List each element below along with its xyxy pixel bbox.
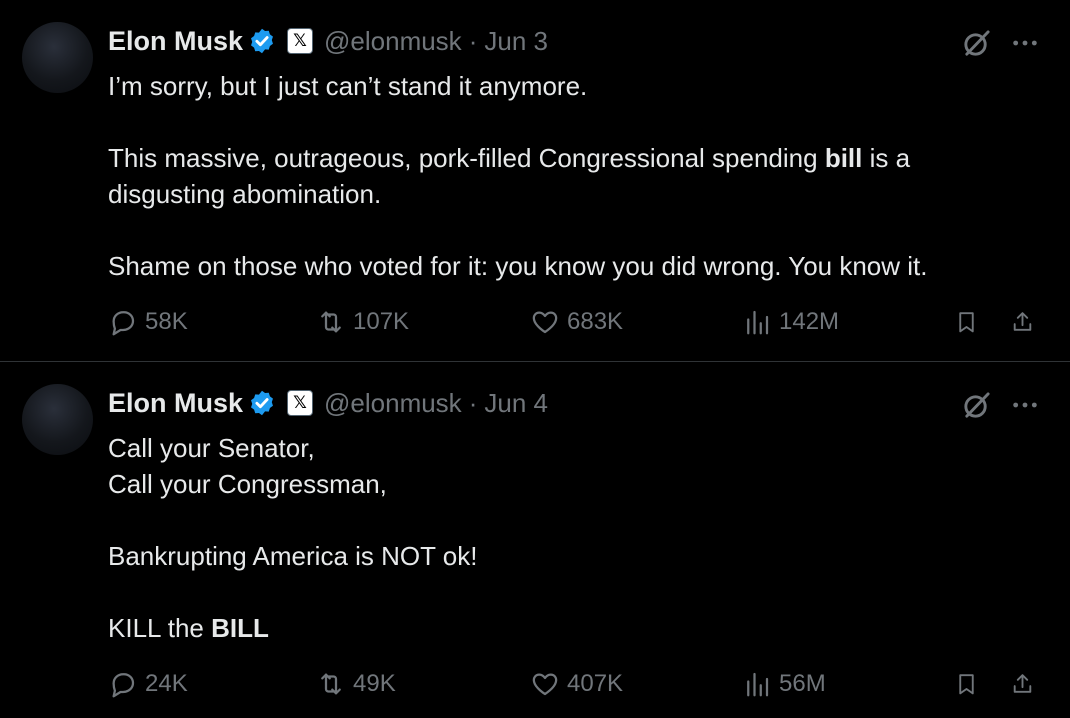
- text-span: I’m sorry, but I just can’t stand it any…: [108, 71, 588, 101]
- like-button[interactable]: 683K: [530, 305, 623, 339]
- views-button[interactable]: 56M: [742, 667, 826, 701]
- author-name[interactable]: Elon Musk: [108, 388, 243, 419]
- repost-icon: [321, 311, 341, 333]
- views-button[interactable]: 142M: [742, 305, 839, 339]
- views-icon: [747, 672, 769, 697]
- tweet-header: Elon Musk 𝕏 @elonmusk · Jun 3: [108, 24, 548, 58]
- repost-icon: [321, 673, 341, 695]
- action-bar: 58K 107K 683K 142M: [108, 305, 1048, 339]
- more-icon[interactable]: [1010, 28, 1040, 58]
- tweet-1[interactable]: Elon Musk 𝕏 @elonmusk · Jun 3 I’m sorry,…: [0, 0, 1070, 362]
- tweet-text: Call your Senator, Call your Congressman…: [108, 430, 1008, 646]
- bookmark-button[interactable]: [954, 667, 986, 701]
- tweet-2[interactable]: Elon Musk 𝕏 @elonmusk · Jun 4 Call your …: [0, 362, 1070, 718]
- tweet-paragraph: I’m sorry, but I just can’t stand it any…: [108, 68, 1008, 104]
- bookmark-button[interactable]: [954, 305, 986, 339]
- author-name[interactable]: Elon Musk: [108, 26, 243, 57]
- tweet-date[interactable]: Jun 3: [484, 26, 548, 57]
- like-count: 683K: [567, 308, 624, 335]
- grok-icon[interactable]: [961, 390, 992, 421]
- x-logo-icon: 𝕏: [287, 390, 314, 416]
- share-button[interactable]: [1010, 305, 1042, 339]
- share-button[interactable]: [1010, 667, 1042, 701]
- like-count: 407K: [567, 670, 624, 697]
- author-handle[interactable]: @elonmusk: [324, 388, 462, 419]
- text-span: Shame on those who voted for it: you kno…: [108, 251, 928, 281]
- x-logo-icon: 𝕏: [287, 28, 314, 54]
- author-handle[interactable]: @elonmusk: [324, 26, 462, 57]
- views-count: 56M: [779, 670, 826, 697]
- views-count: 142M: [779, 308, 840, 335]
- reply-icon: [112, 673, 135, 698]
- avatar[interactable]: [22, 384, 93, 455]
- bold-span: bill: [824, 143, 863, 173]
- repost-count: 107K: [353, 308, 410, 335]
- text-span: Call your Senator, Call your Congressman…: [108, 433, 387, 499]
- text-span: This massive, outrageous, pork-filled Co…: [108, 143, 825, 173]
- reply-icon: [112, 311, 135, 336]
- more-icon[interactable]: [1010, 390, 1040, 420]
- verified-badge-icon: [251, 390, 273, 416]
- tweet-paragraph: KILL the BILL: [108, 610, 1008, 646]
- tweet-paragraph: Bankrupting America is NOT ok!: [108, 538, 1008, 574]
- text-span: KILL the: [108, 613, 212, 643]
- repost-count: 49K: [353, 670, 396, 697]
- repost-button[interactable]: 49K: [316, 667, 396, 701]
- share-icon: [1013, 312, 1032, 331]
- reply-button[interactable]: 58K: [108, 305, 188, 339]
- tweet-paragraph: Call your Senator, Call your Congressman…: [108, 430, 1008, 502]
- share-icon: [1013, 674, 1032, 693]
- reply-count: 24K: [145, 670, 188, 697]
- views-icon: [747, 310, 769, 335]
- reply-count: 58K: [145, 308, 188, 335]
- text-span: Bankrupting America is NOT ok!: [108, 541, 478, 571]
- tweet-date[interactable]: Jun 4: [484, 388, 548, 419]
- repost-button[interactable]: 107K: [316, 305, 409, 339]
- like-icon: [532, 673, 558, 696]
- tweet-header: Elon Musk 𝕏 @elonmusk · Jun 4: [108, 386, 548, 420]
- tweet-paragraph: Shame on those who voted for it: you kno…: [108, 248, 1008, 284]
- separator: ·: [468, 387, 478, 418]
- tweet-text: I’m sorry, but I just can’t stand it any…: [108, 68, 1008, 284]
- action-bar: 24K 49K 407K 56M: [108, 667, 1048, 701]
- separator: ·: [468, 25, 478, 56]
- tweet-paragraph: This massive, outrageous, pork-filled Co…: [108, 140, 1008, 212]
- bookmark-icon: [959, 312, 974, 333]
- verified-badge-icon: [251, 28, 273, 54]
- bookmark-icon: [959, 674, 974, 695]
- grok-icon[interactable]: [961, 28, 992, 59]
- reply-button[interactable]: 24K: [108, 667, 188, 701]
- like-icon: [532, 311, 558, 334]
- avatar[interactable]: [22, 22, 93, 93]
- bold-span: BILL: [211, 613, 269, 643]
- like-button[interactable]: 407K: [530, 667, 623, 701]
